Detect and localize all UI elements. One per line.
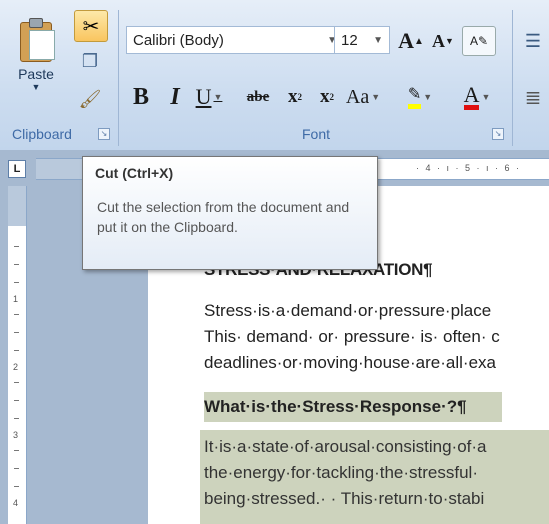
superscript-button[interactable]: x2 [314,82,340,112]
chevron-down-icon[interactable]: ▼ [213,92,222,102]
tooltip-body: Cut the selection from the document and … [97,199,350,235]
font-size-combobox[interactable]: 12 ▼ [334,26,390,54]
paragraph[interactable]: Stress·is·a·demand·or·pressure·place Thi… [204,298,500,376]
paragraph-group: ☰ ≣ [514,6,549,146]
divider [512,10,513,146]
clipboard-group: Paste ▼ ✂ ❐ 🖌 Clipboard ↘ [6,6,116,146]
change-case-button[interactable]: Aa ▼ [344,82,382,112]
font-group: Calibri (Body) ▼ 12 ▼ A ▲ A ▼ A✎ B I U ▼ abe … [122,6,510,146]
chevron-down-icon[interactable]: ▼ [371,92,380,102]
text-line: Stress·is·a·demand·or·pressure·place [204,301,492,320]
selected-subheading[interactable]: What·is·the·Stress·Response·?¶ [204,392,502,422]
italic-button[interactable]: I [160,82,190,112]
grow-font-button[interactable]: A ▲ [396,26,426,56]
text-highlight-button[interactable]: ✎ ▼ [398,82,442,112]
strikethrough-button[interactable]: abe [238,82,278,112]
cut-button[interactable]: ✂ [74,10,108,42]
bullets-button[interactable]: ☰ [518,26,548,56]
align-left-button[interactable]: ≣ [518,82,548,112]
font-color-button[interactable]: A ▼ [452,82,502,112]
copy-button[interactable]: ❐ [74,46,106,76]
align-left-icon: ≣ [524,86,542,109]
chevron-down-icon[interactable]: ▼ [373,27,383,55]
text-line: being·stressed.· · This·return·to·stabi [204,489,485,508]
paste-button[interactable]: Paste ▼ [10,8,62,114]
bold-button[interactable]: B [126,82,156,112]
ribbon: Paste ▼ ✂ ❐ 🖌 Clipboard ↘ Calibri (Body)… [0,0,549,151]
format-painter-icon: 🖌 [78,88,102,109]
selected-paragraph[interactable]: It·is·a·state·of·arousal·consisting·of·a… [204,434,486,512]
clipboard-dialog-launcher-icon[interactable]: ↘ [98,128,110,140]
paste-icon [17,16,55,62]
shrink-font-button[interactable]: A ▼ [428,26,458,56]
font-dialog-launcher-icon[interactable]: ↘ [492,128,504,140]
bullet-list-icon: ☰ [524,30,542,51]
ruler-number: 1 [13,294,19,304]
cut-tooltip: Cut (Ctrl+X) Cut the selection from the … [82,156,378,270]
paste-dropdown-icon[interactable]: ▼ [10,82,62,92]
text-line: the·energy·for·tackling·the·stressful· [204,463,478,482]
text-line: This· demand· or· pressure· is· often· c [204,327,500,346]
tooltip-title: Cut (Ctrl+X) [95,165,174,181]
ruler-number: 3 [13,430,19,440]
font-name-combobox[interactable]: Calibri (Body) ▼ [126,26,344,54]
text-line: It·is·a·state·of·arousal·consisting·of·a [204,437,487,456]
chevron-down-icon[interactable]: ▼ [423,92,432,102]
vertical-ruler[interactable]: 1 2 3 4 [8,186,27,524]
subscript-button[interactable]: x2 [282,82,308,112]
chevron-down-icon[interactable]: ▼ [481,92,490,102]
underline-button[interactable]: U ▼ [194,82,224,112]
copy-icon: ❐ [81,50,99,71]
tab-selector-icon[interactable]: L [8,160,26,178]
ruler-number: 4 [13,498,19,508]
clear-formatting-icon: A✎ [469,34,489,48]
ruler-marks: · 4 · ı · 5 · ı · 6 · [416,163,522,173]
text-line: deadlines·or·moving·house·are·all·exa [204,353,496,372]
clear-formatting-button[interactable]: A✎ [462,26,496,56]
scissors-icon: ✂ [82,15,100,38]
format-painter-button[interactable]: 🖌 [74,84,106,114]
font-group-label: Font [301,126,330,142]
divider [118,10,119,146]
paste-label: Paste [18,66,54,82]
highlighter-icon: ✎ [407,86,422,109]
ruler-number: 2 [13,362,19,372]
